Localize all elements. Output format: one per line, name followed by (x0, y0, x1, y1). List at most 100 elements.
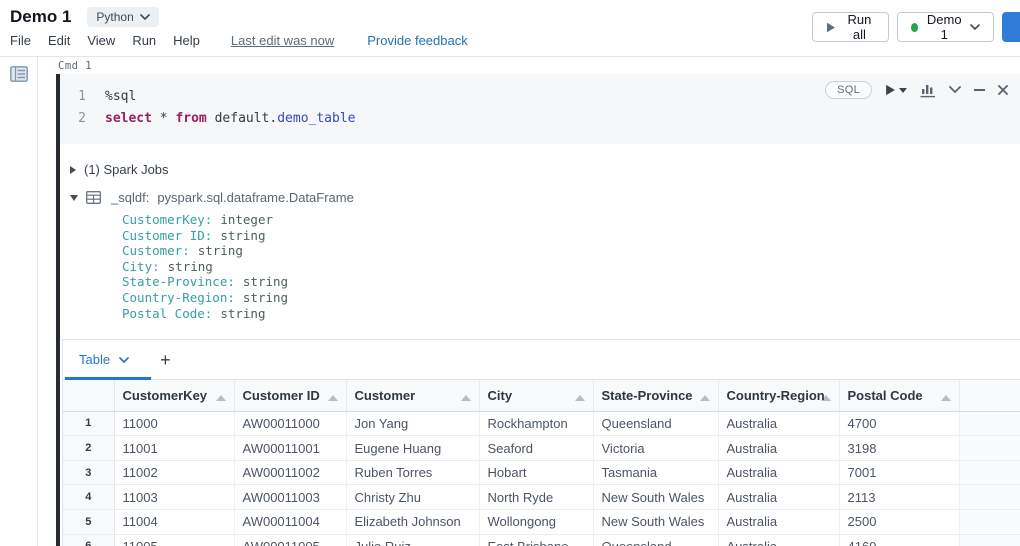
cell-value: 11000 (114, 411, 234, 436)
table-row[interactable]: 5 11004 AW00011004 Elizabeth Johnson Wol… (63, 510, 1020, 535)
line-number: 2 (60, 108, 86, 130)
schema-field: CustomerKey:integer (122, 212, 1020, 228)
left-rail (0, 57, 38, 546)
schema-field: Customer:string (122, 243, 1020, 259)
bar-chart-icon (920, 83, 936, 98)
cell-value: Queensland (593, 411, 718, 436)
cell-value: Rockhampton (479, 411, 593, 436)
results-card: Table + CustomerKey Customer ID Customer (62, 339, 1020, 546)
code-editor[interactable]: 1 %sql 2 select * from default.demo_tabl… (60, 74, 1020, 144)
menu-help[interactable]: Help (173, 33, 200, 48)
primary-action-button[interactable] (1002, 12, 1020, 42)
add-visualization-button[interactable]: + (160, 351, 171, 369)
minimize-icon (974, 88, 985, 92)
table-of-contents-icon[interactable] (10, 66, 37, 82)
filler-cell (959, 436, 1020, 461)
cell-value: AW00011001 (234, 436, 346, 461)
cell-value: Hobart (479, 460, 593, 485)
provide-feedback-link[interactable]: Provide feedback (367, 33, 467, 48)
cell-value: 11005 (114, 534, 234, 546)
sort-up-triangle-icon[interactable] (941, 395, 951, 401)
column-header-country-region[interactable]: Country-Region (718, 380, 839, 411)
close-icon (998, 85, 1008, 95)
cell-value: Australia (718, 510, 839, 535)
dataframe-name: _sqldf: (111, 190, 149, 205)
cell-value: AW00011005 (234, 534, 346, 546)
chevron-down-icon (140, 14, 150, 20)
dataframe-type: pyspark.sql.dataframe.DataFrame (157, 190, 354, 205)
cell-value: North Ryde (479, 485, 593, 510)
table-row[interactable]: 2 11001 AW00011001 Eugene Huang Seaford … (63, 436, 1020, 461)
chart-button[interactable] (920, 83, 936, 98)
run-all-button[interactable]: Run all (812, 12, 889, 42)
menu-view[interactable]: View (87, 33, 115, 48)
filler-cell (959, 534, 1020, 546)
language-selector-label: Python (96, 10, 133, 24)
sort-up-triangle-icon[interactable] (700, 395, 710, 401)
menu-edit[interactable]: Edit (48, 33, 70, 48)
table-row[interactable]: 6 11005 AW00011005 Julio Ruiz East Brisb… (63, 534, 1020, 546)
results-tab-bar: Table + (63, 340, 1020, 380)
cluster-status-dot-icon (911, 23, 918, 32)
cell-label[interactable]: Cmd 1 (58, 60, 92, 72)
menu-run[interactable]: Run (132, 33, 156, 48)
filler-cell (959, 510, 1020, 535)
cell-value: 4700 (839, 411, 959, 436)
column-header-customer-id[interactable]: Customer ID (234, 380, 346, 411)
column-header-customer[interactable]: Customer (346, 380, 479, 411)
close-cell-button[interactable] (998, 85, 1008, 95)
menu-file[interactable]: File (10, 33, 31, 48)
column-header-postal-code[interactable]: Postal Code (839, 380, 959, 411)
language-selector[interactable]: Python (87, 7, 158, 27)
cell-value: New South Wales (593, 510, 718, 535)
cell-language-badge[interactable]: SQL (825, 81, 872, 99)
collapse-cell-button[interactable] (949, 86, 961, 94)
cell-value: 11004 (114, 510, 234, 535)
chevron-down-icon (970, 24, 980, 30)
last-edit-link[interactable]: Last edit was now (231, 33, 334, 48)
cell-value: Ruben Torres (346, 460, 479, 485)
active-tab-indicator (65, 377, 151, 380)
sort-up-triangle-icon[interactable] (216, 395, 226, 401)
cell-value: Christy Zhu (346, 485, 479, 510)
schema-field: Customer ID:string (122, 228, 1020, 244)
table-row[interactable]: 4 11003 AW00011003 Christy Zhu North Ryd… (63, 485, 1020, 510)
row-index-header (63, 380, 114, 411)
cell-value: 3198 (839, 436, 959, 461)
row-index: 4 (63, 485, 114, 510)
tab-table[interactable]: Table (79, 352, 129, 367)
row-index: 5 (63, 510, 114, 535)
schema-field: Postal Code:string (122, 306, 1020, 322)
run-cell-button[interactable] (885, 84, 907, 96)
table-header-row: CustomerKey Customer ID Customer City St… (63, 380, 1020, 411)
line-number: 1 (60, 86, 86, 108)
cell-value: AW00011002 (234, 460, 346, 485)
dataframe-expander[interactable]: _sqldf: pyspark.sql.dataframe.DataFrame (70, 190, 1020, 205)
cell-value: Wollongong (479, 510, 593, 535)
cell-value: AW00011004 (234, 510, 346, 535)
dataframe-table-icon (86, 191, 101, 204)
column-header-customerkey[interactable]: CustomerKey (114, 380, 234, 411)
row-index: 2 (63, 436, 114, 461)
cell-value: 2500 (839, 510, 959, 535)
row-index: 1 (63, 411, 114, 436)
filler-cell (959, 411, 1020, 436)
column-header-state-province[interactable]: State-Province (593, 380, 718, 411)
table-row[interactable]: 3 11002 AW00011002 Ruben Torres Hobart T… (63, 460, 1020, 485)
cell-value: Australia (718, 460, 839, 485)
minimize-cell-button[interactable] (974, 88, 985, 92)
sort-up-triangle-icon[interactable] (461, 395, 471, 401)
sort-up-triangle-icon[interactable] (575, 395, 585, 401)
cell-value: Australia (718, 436, 839, 461)
sort-up-triangle-icon[interactable] (328, 395, 338, 401)
table-row[interactable]: 1 11000 AW00011000 Jon Yang Rockhampton … (63, 411, 1020, 436)
spark-jobs-label: (1) Spark Jobs (84, 162, 169, 177)
column-header-city[interactable]: City (479, 380, 593, 411)
cell-value: 11002 (114, 460, 234, 485)
chevron-down-icon (949, 86, 961, 94)
cell-value: Seaford (479, 436, 593, 461)
spark-jobs-expander[interactable]: (1) Spark Jobs (70, 162, 1020, 177)
expander-collapsed-icon (70, 166, 76, 174)
menu-bar: File Edit View Run Help Last edit was no… (10, 33, 468, 48)
cluster-selector-button[interactable]: Demo 1 (897, 12, 995, 42)
